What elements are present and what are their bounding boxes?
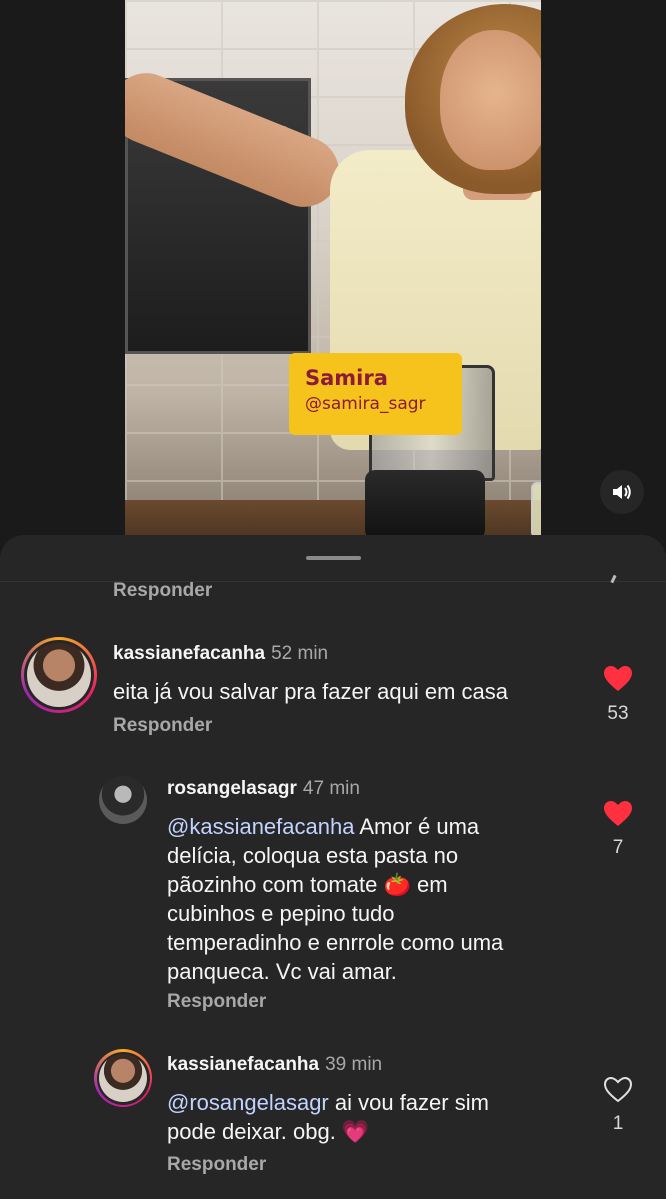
avatar-story-ring[interactable] xyxy=(21,637,97,713)
comment-text: eita já vou salvar pra fazer aqui em cas… xyxy=(113,679,508,704)
presenter-handle: @samira_sagr xyxy=(305,394,426,414)
avatar xyxy=(27,643,91,707)
tomato-emoji: 🍅 xyxy=(383,872,411,897)
comment-text: @rosangelasagr ai vou fazer sim pode dei… xyxy=(167,1090,489,1144)
person-face xyxy=(440,30,541,170)
blender-base xyxy=(365,470,485,540)
comment-username[interactable]: rosangelasagr 47 min xyxy=(167,778,360,800)
comment-username[interactable]: kassianefacanha 52 min xyxy=(113,643,328,665)
comment-time: 39 min xyxy=(325,1054,383,1075)
comment-time: 52 min xyxy=(271,643,329,664)
mention-link[interactable]: @rosangelasagr xyxy=(167,1090,329,1115)
presenter-name-card: Samira @samira_sagr xyxy=(289,353,462,435)
heart-outline-icon[interactable] xyxy=(604,1077,632,1103)
avatar-story-ring[interactable] xyxy=(94,1049,152,1107)
like-count: 1 xyxy=(612,1113,624,1134)
juice-glass xyxy=(531,482,541,538)
comment-time: 47 min xyxy=(302,778,360,799)
like-count: 7 xyxy=(612,837,624,858)
reply-link[interactable]: Responder xyxy=(167,1154,266,1176)
heart-filled-icon[interactable] xyxy=(604,801,632,827)
comments-sheet[interactable]: Responder kassianefacanha 52 min eita já … xyxy=(0,535,666,1199)
sheet-divider xyxy=(0,581,666,582)
reply-link[interactable]: Responder xyxy=(113,715,212,737)
reply-link[interactable]: Responder xyxy=(167,991,266,1013)
like-count: 53 xyxy=(607,703,629,724)
presenter-name: Samira xyxy=(305,366,388,390)
volume-on-icon xyxy=(613,484,631,500)
heart-filled-icon[interactable] xyxy=(604,666,632,692)
sheet-drag-handle[interactable] xyxy=(306,556,361,560)
mention-link[interactable]: @kassianefacanha xyxy=(167,814,354,839)
avatar[interactable] xyxy=(99,776,147,824)
heart-emoji: 💗 xyxy=(341,1119,370,1144)
sound-toggle-button[interactable] xyxy=(600,470,644,514)
video-player[interactable] xyxy=(125,0,541,560)
reply-link-previous[interactable]: Responder xyxy=(113,580,212,602)
avatar xyxy=(99,1054,147,1102)
comment-username[interactable]: kassianefacanha 39 min xyxy=(167,1054,382,1076)
comment-text: @kassianefacanha Amor é uma delícia, col… xyxy=(167,814,504,984)
